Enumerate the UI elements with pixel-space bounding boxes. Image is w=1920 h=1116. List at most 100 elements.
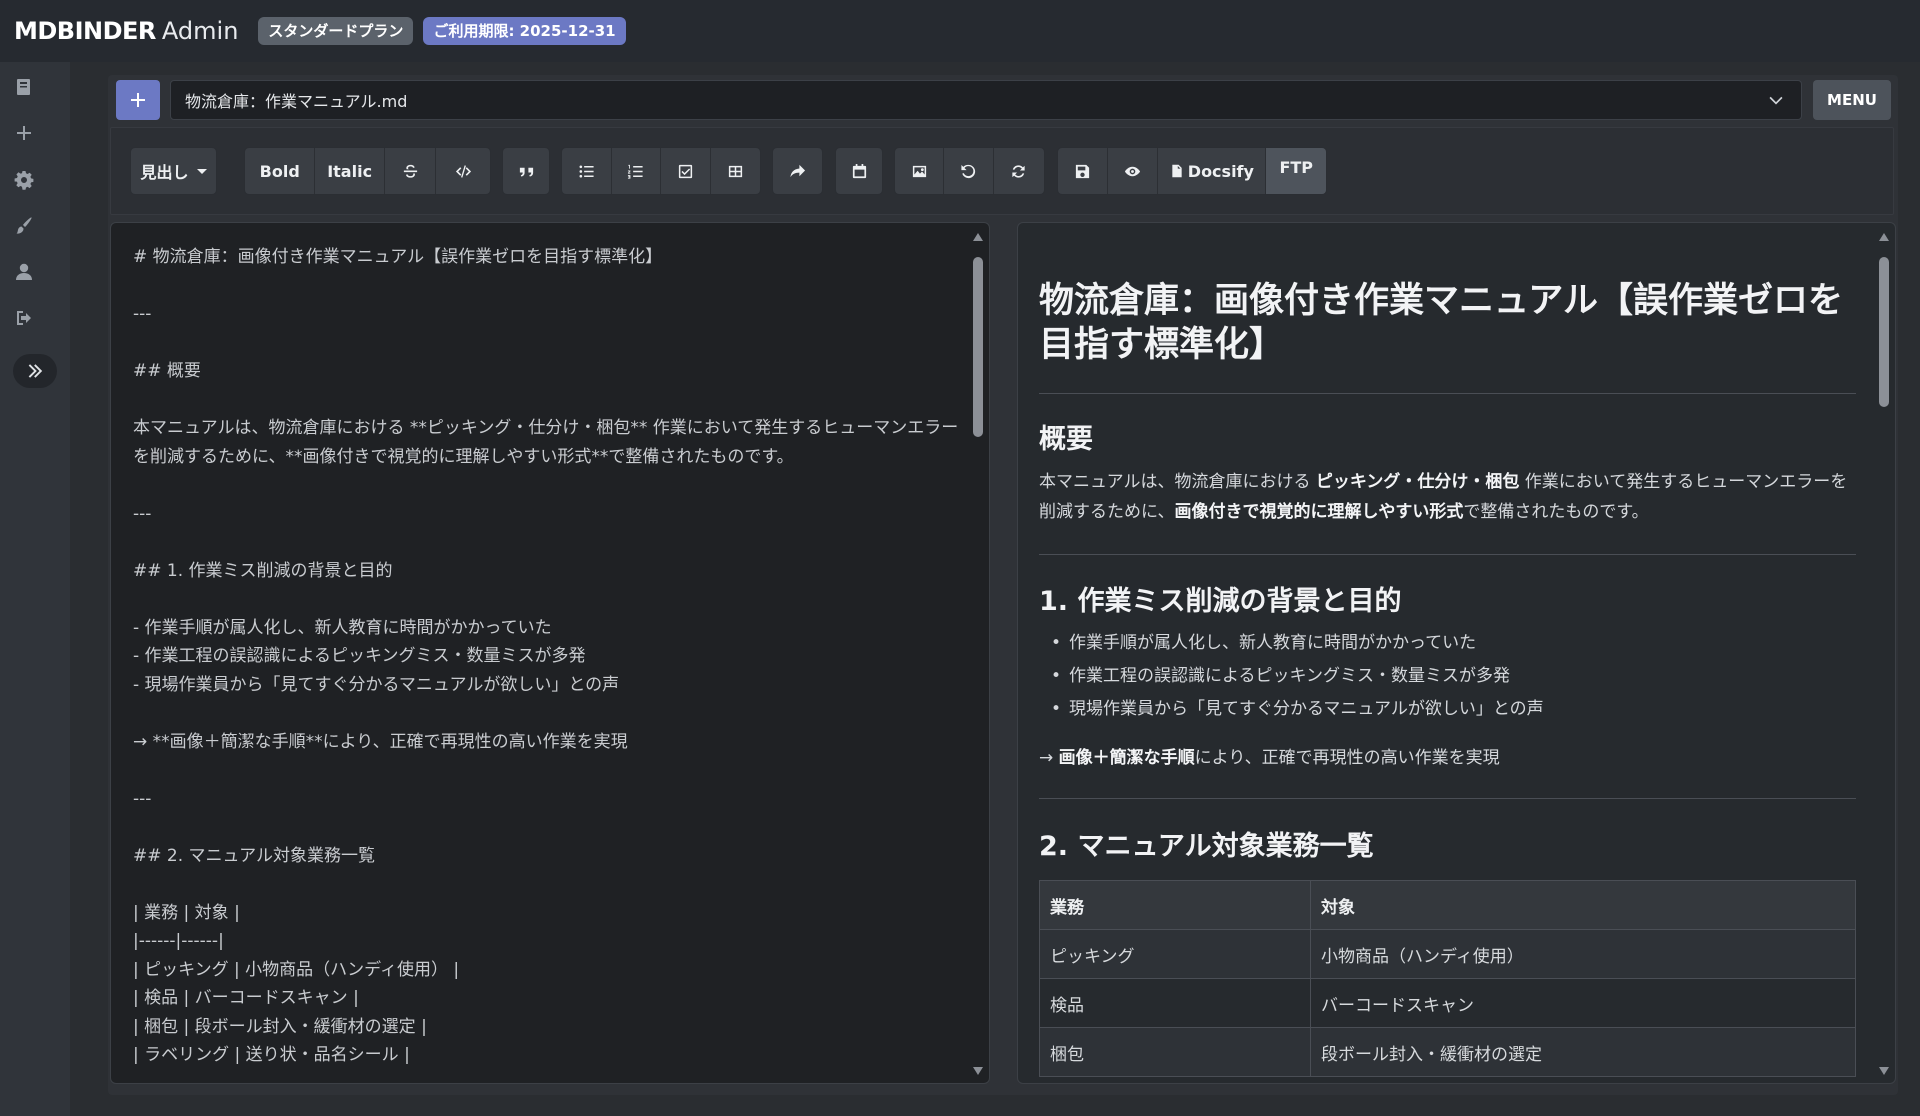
italic-button[interactable]: Italic xyxy=(315,148,385,194)
sidebar-expand-button[interactable] xyxy=(13,354,57,388)
editor-line: 本マニュアルは、物流倉庫における **ピッキング・仕分け・梱包** 作業において… xyxy=(133,418,959,467)
markdown-editor[interactable]: # 物流倉庫：画像付き作業マニュアル【誤作業ゼロを目指す標準化】 --- ## … xyxy=(110,222,990,1084)
book-icon[interactable] xyxy=(13,76,35,98)
save-button[interactable] xyxy=(1058,148,1108,194)
editor-textarea[interactable]: # 物流倉庫：画像付き作業マニュアル【誤作業ゼロを目指す標準化】 --- ## … xyxy=(133,243,963,1070)
editor-line: --- xyxy=(133,304,152,324)
scroll-down-icon[interactable] xyxy=(1879,1067,1889,1075)
menu-button[interactable]: MENU xyxy=(1813,80,1891,120)
user-icon[interactable] xyxy=(13,261,35,283)
format-group: Bold Italic xyxy=(244,147,491,195)
undo-icon xyxy=(961,164,976,178)
table-cell: 小物商品（ハンディ使用） xyxy=(1310,929,1856,979)
arrow-paragraph: → 画像＋簡潔な手順により、正確で再現性の高い作業を実現 xyxy=(1039,743,1856,773)
undo-button[interactable] xyxy=(944,148,994,194)
caret-down-icon xyxy=(196,168,207,174)
app-logo[interactable]: MDBINDER Admin xyxy=(14,17,238,45)
bold-run: ピッキング・仕分け・梱包 xyxy=(1315,472,1520,492)
share-button[interactable] xyxy=(773,148,822,194)
text-run: → xyxy=(1039,748,1059,768)
double-chevron-right-icon xyxy=(28,364,43,378)
table-button[interactable] xyxy=(711,148,761,194)
file-select[interactable]: 物流倉庫：作業マニュアル.md xyxy=(170,80,1802,120)
quote-icon xyxy=(519,167,533,177)
brand-suffix: Admin xyxy=(161,17,239,45)
image-button[interactable] xyxy=(895,148,945,194)
plus-icon[interactable] xyxy=(13,122,35,144)
media-group xyxy=(894,147,1045,195)
quote-group xyxy=(502,147,550,195)
text-run: 本マニュアルは、物流倉庫における xyxy=(1039,472,1316,492)
calendar-button[interactable] xyxy=(836,148,882,194)
editor-line: - 作業手順が属人化し、新人教育に時間がかかっていた xyxy=(133,617,552,638)
scroll-thumb[interactable] xyxy=(973,257,983,437)
table-cell: 梱包 xyxy=(1039,1027,1311,1077)
preview-scrollbar[interactable] xyxy=(1877,229,1891,1079)
chevron-down-icon xyxy=(1767,92,1785,110)
scroll-thumb[interactable] xyxy=(1879,257,1889,407)
bold-button[interactable]: Bold xyxy=(245,148,316,194)
editor-line: | ピッキング | 小物商品（ハンディ使用） | xyxy=(133,959,460,980)
table-icon xyxy=(728,165,742,177)
brand-name: MDBINDER xyxy=(14,17,156,45)
editor-line: | ラベリング | 送り状・品名シール | xyxy=(133,1045,410,1065)
file-icon xyxy=(1172,164,1182,178)
heading-group: 見出し xyxy=(130,147,217,195)
sync-button[interactable] xyxy=(994,148,1044,194)
section2-heading: 2. マニュアル対象業務一覧 xyxy=(1039,831,1374,862)
link-group xyxy=(772,147,823,195)
table-header: 業務 xyxy=(1039,880,1311,930)
checkbox-button[interactable] xyxy=(661,148,711,194)
section1-list: 作業手順が属人化し、新人教育に時間がかかっていた 作業工程の誤認識によるピッキン… xyxy=(1051,627,1544,726)
scroll-down-icon[interactable] xyxy=(973,1067,983,1075)
scroll-up-icon[interactable] xyxy=(1879,233,1889,241)
expiry-badge: ご利用期限: 2025-12-31 xyxy=(423,17,626,45)
list-item: 現場作業員から「見てすぐ分かるマニュアルが欲しい」との声 xyxy=(1051,693,1544,726)
bold-run: 画像＋簡潔な手順 xyxy=(1058,748,1195,768)
editor-line: ## 1. 作業ミス削減の背景と目的 xyxy=(133,560,393,581)
heading-dropdown-button[interactable]: 見出し xyxy=(131,148,216,194)
plus-icon xyxy=(131,93,145,107)
section1-heading: 1. 作業ミス削減の背景と目的 xyxy=(1039,586,1402,617)
table-header: 対象 xyxy=(1310,880,1856,930)
overview-heading: 概要 xyxy=(1039,424,1093,455)
image-icon xyxy=(912,165,926,177)
table-header-row: 業務 対象 xyxy=(1039,880,1856,930)
scroll-up-icon[interactable] xyxy=(973,233,983,241)
list-item: 作業工程の誤認識によるピッキングミス・数量ミスが多発 xyxy=(1051,660,1544,693)
docsify-label: Docsify xyxy=(1187,161,1254,181)
strikethrough-button[interactable] xyxy=(385,148,437,194)
numbered-list-icon xyxy=(628,164,643,179)
editor-scrollbar[interactable] xyxy=(971,229,985,1079)
task-table: 業務 対象 ピッキング 小物商品（ハンディ使用） 検品 バーコードスキャン 梱包… xyxy=(1039,880,1856,1077)
preview-button[interactable] xyxy=(1108,148,1159,194)
quote-button[interactable] xyxy=(503,148,549,194)
plan-badge: スタンダードプラン xyxy=(258,17,414,45)
editor-line: → **画像＋簡潔な手順**により、正確で再現性の高い作業を実現 xyxy=(133,731,628,752)
gear-icon[interactable] xyxy=(13,169,35,191)
numbered-list-button[interactable] xyxy=(612,148,661,194)
editor-line: | 検品 | バーコードスキャン | xyxy=(133,988,359,1008)
table-row: ピッキング 小物商品（ハンディ使用） xyxy=(1039,929,1856,979)
preview-pane: 物流倉庫：画像付き作業マニュアル【誤作業ゼロを目指す標準化】 概要 本マニュアル… xyxy=(1017,222,1896,1084)
editor-line: - 作業工程の誤認識によるピッキングミス・数量ミスが多発 xyxy=(133,646,586,666)
output-group: Docsify FTP xyxy=(1057,147,1327,195)
selected-file-name: 物流倉庫：作業マニュアル.md xyxy=(185,92,408,111)
preview-title: 物流倉庫：画像付き作業マニュアル【誤作業ゼロを目指す標準化】 xyxy=(1039,281,1843,365)
code-button[interactable] xyxy=(436,148,490,194)
ftp-button[interactable]: FTP xyxy=(1266,148,1326,194)
add-file-button[interactable] xyxy=(116,80,160,120)
logout-icon[interactable] xyxy=(13,307,35,329)
editor-line: |------|------| xyxy=(133,931,224,951)
brush-icon[interactable] xyxy=(13,215,35,237)
heading-label: 見出し xyxy=(140,163,189,182)
divider xyxy=(1039,393,1856,394)
bullet-list-button[interactable] xyxy=(562,148,612,194)
docsify-button[interactable]: Docsify xyxy=(1158,148,1267,194)
divider xyxy=(1039,554,1856,555)
